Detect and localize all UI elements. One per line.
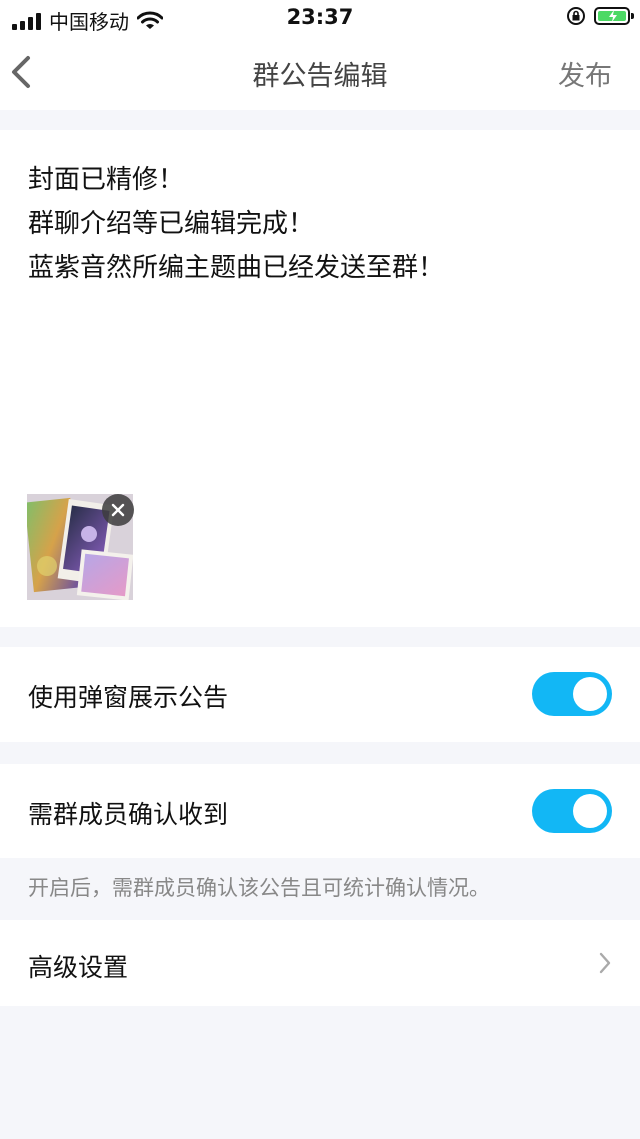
- confirm-toggle[interactable]: [532, 789, 612, 833]
- popup-setting-row: 使用弹窗展示公告: [0, 647, 640, 742]
- advanced-settings-row[interactable]: 高级设置: [0, 920, 640, 1006]
- status-bar: 中国移动 23:37: [0, 0, 640, 36]
- publish-button[interactable]: 发布: [558, 54, 612, 93]
- advanced-settings-label: 高级设置: [28, 953, 129, 982]
- page-title: 群公告编辑: [252, 61, 388, 92]
- announcement-editor[interactable]: 封面已精修！ 群聊介绍等已编辑完成！ 蓝紫音然所编主题曲已经发送至群！: [0, 130, 640, 627]
- popup-toggle[interactable]: [532, 672, 612, 716]
- nav-bar: 群公告编辑 发布: [0, 36, 640, 110]
- status-time: 23:37: [286, 5, 354, 29]
- toggle-knob: [573, 794, 607, 828]
- battery-icon: [594, 7, 634, 25]
- popup-setting-label: 使用弹窗展示公告: [28, 683, 229, 712]
- announcement-text[interactable]: 封面已精修！ 群聊介绍等已编辑完成！ 蓝紫音然所编主题曲已经发送至群！: [28, 158, 444, 290]
- announcement-line: 封面已精修！: [28, 165, 185, 195]
- status-right: [566, 6, 634, 26]
- chevron-right-icon: [599, 952, 611, 974]
- announcement-line: 蓝紫音然所编主题曲已经发送至群！: [28, 253, 445, 283]
- toggle-knob: [573, 677, 607, 711]
- confirm-setting-label: 需群成员确认收到: [28, 800, 229, 829]
- remove-image-button[interactable]: [102, 494, 134, 526]
- rotation-lock-icon: [567, 7, 585, 25]
- announcement-line: 群聊介绍等已编辑完成！: [28, 209, 315, 239]
- confirm-hint-text: 开启后，需群成员确认该公告且可统计确认情况。: [28, 876, 490, 900]
- close-icon: [111, 503, 125, 517]
- confirm-setting-row: 需群成员确认收到: [0, 764, 640, 858]
